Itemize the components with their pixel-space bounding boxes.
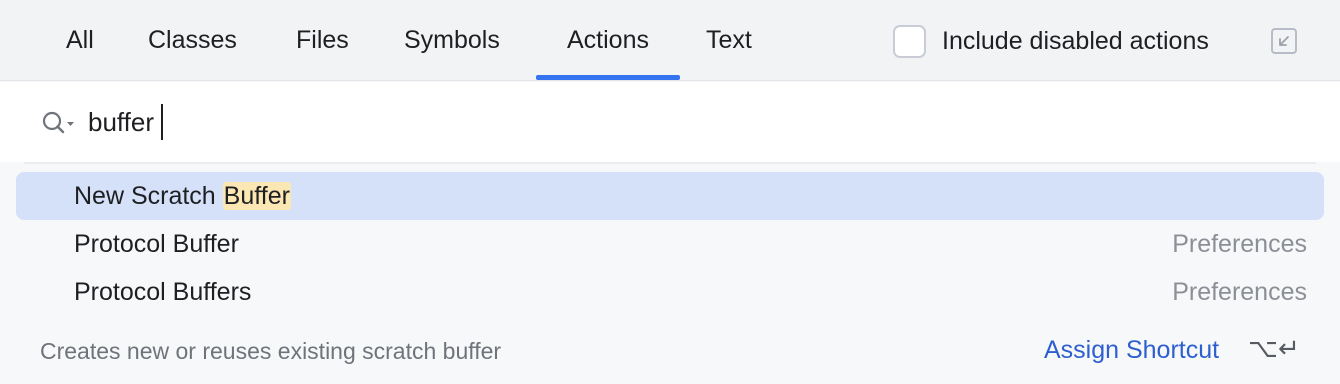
include-disabled-label: Include disabled actions (942, 26, 1209, 55)
search-everywhere-popup: All Classes Files Symbols Actions Text I… (0, 0, 1340, 384)
result-location: Preferences (1172, 278, 1307, 306)
search-input[interactable] (88, 100, 988, 144)
tab-classes[interactable]: Classes (148, 0, 237, 81)
search-row (0, 82, 1340, 162)
tab-files[interactable]: Files (296, 0, 349, 81)
result-label-prefix: New Scratch (74, 182, 223, 210)
list-item[interactable]: Protocol Buffers Preferences (16, 268, 1324, 316)
tab-symbols[interactable]: Symbols (404, 0, 500, 81)
tab-bar: All Classes Files Symbols Actions Text I… (0, 0, 1340, 81)
result-location: Preferences (1172, 230, 1307, 258)
include-disabled-actions-option[interactable]: Include disabled actions (893, 24, 1209, 58)
list-item[interactable]: Protocol Buffer Preferences (16, 220, 1324, 268)
tab-text[interactable]: Text (706, 0, 752, 81)
search-icon[interactable] (40, 108, 76, 138)
tab-actions[interactable]: Actions (536, 0, 680, 81)
tab-all[interactable]: All (66, 0, 94, 81)
result-label: Protocol Buffer (74, 230, 239, 258)
shortcut-hint: ⌥↵ (1248, 334, 1300, 364)
footer: Creates new or reuses existing scratch b… (0, 320, 1340, 384)
list-item[interactable]: New Scratch Buffer (16, 172, 1324, 220)
include-disabled-checkbox[interactable] (893, 24, 926, 58)
open-in-window-icon (1279, 36, 1289, 46)
results-list: New Scratch Buffer Protocol Buffer Prefe… (0, 164, 1340, 320)
assign-shortcut-link[interactable]: Assign Shortcut (1044, 336, 1219, 365)
result-match-highlight: Buffer (222, 182, 291, 210)
result-label: New Scratch Buffer (74, 172, 291, 220)
text-caret (161, 104, 163, 140)
action-description: Creates new or reuses existing scratch b… (40, 338, 502, 364)
open-in-window-button[interactable] (1271, 28, 1297, 54)
result-label: Protocol Buffers (74, 278, 252, 306)
